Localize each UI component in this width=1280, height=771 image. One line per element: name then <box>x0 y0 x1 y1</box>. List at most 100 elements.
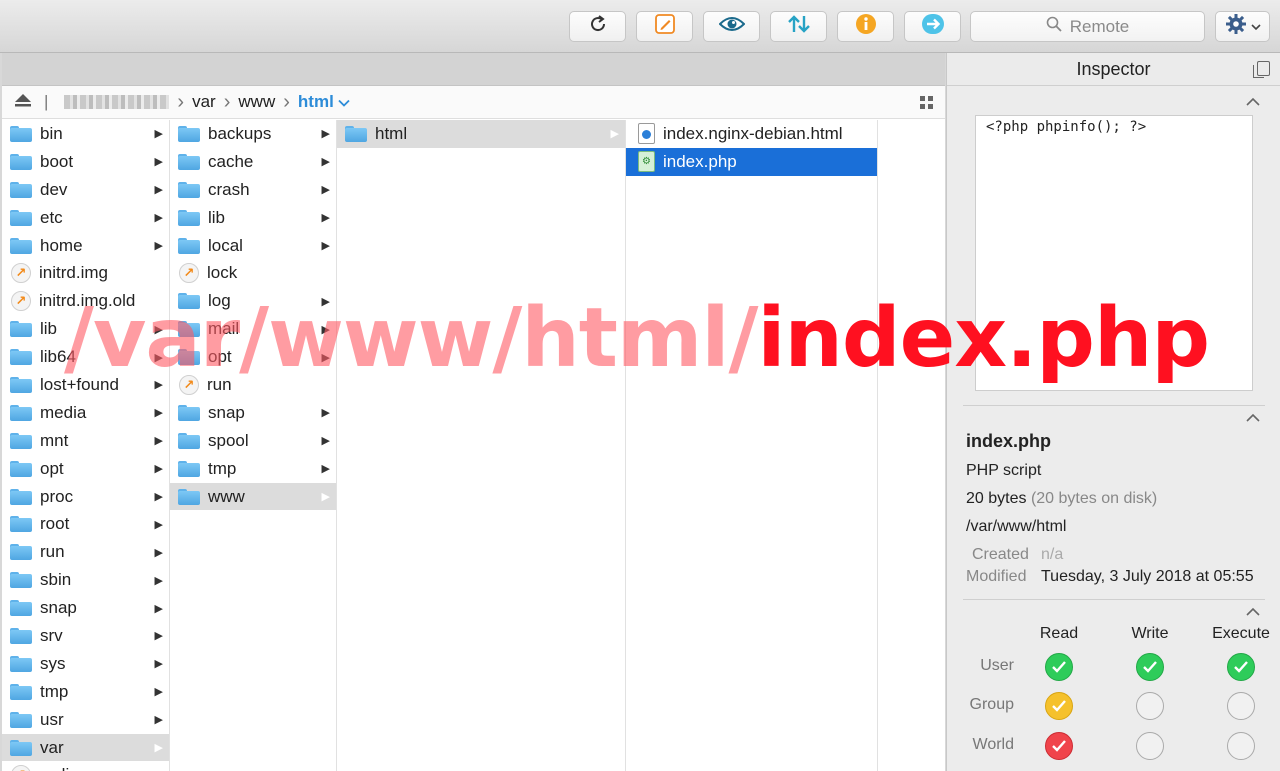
disclosure-arrow-icon: ▶ <box>154 212 163 225</box>
disclosure-arrow-icon: ▶ <box>321 184 330 197</box>
pane-header <box>2 53 945 86</box>
alias-icon: ↗ <box>11 765 31 771</box>
checkmark-icon[interactable] <box>1045 732 1073 760</box>
list-item[interactable]: root ▶ <box>2 510 169 538</box>
list-item[interactable]: usr ▶ <box>2 706 169 734</box>
divider <box>963 599 1265 600</box>
folder-icon <box>10 488 32 505</box>
list-item[interactable]: srv ▶ <box>2 622 169 650</box>
list-item[interactable]: proc ▶ <box>2 483 169 511</box>
chevron-right-icon: › <box>283 91 290 113</box>
divider <box>963 405 1265 406</box>
eject-icon[interactable] <box>14 92 32 112</box>
list-item[interactable]: sbin ▶ <box>2 566 169 594</box>
breadcrumb-www[interactable]: www <box>238 92 275 112</box>
collapse-preview-icon[interactable] <box>1246 93 1260 109</box>
copy-icon[interactable] <box>1253 61 1270 78</box>
list-item[interactable]: etc ▶ <box>2 204 169 232</box>
list-item[interactable]: local ▶ <box>170 232 336 260</box>
info-button[interactable] <box>837 11 894 42</box>
list-item[interactable]: snap ▶ <box>170 399 336 427</box>
permission-toggle-off[interactable] <box>1227 732 1255 760</box>
collapse-info-icon[interactable] <box>1246 409 1260 425</box>
list-item[interactable]: sys ▶ <box>2 650 169 678</box>
breadcrumb-var[interactable]: var <box>192 92 216 112</box>
breadcrumb-current[interactable]: html <box>298 92 334 112</box>
item-name: var <box>40 737 64 757</box>
overlay-prefix: /var/www/html/ <box>64 291 758 386</box>
edit-button[interactable] <box>636 11 693 42</box>
item-name: backups <box>208 123 272 143</box>
list-item[interactable]: spool ▶ <box>170 427 336 455</box>
file-size: 20 bytes (20 bytes on disk) <box>966 490 1157 508</box>
list-item[interactable]: crash ▶ <box>170 176 336 204</box>
list-item[interactable]: html ▶ <box>337 120 625 148</box>
html-file-icon <box>638 123 655 145</box>
quicklook-button[interactable] <box>703 11 760 42</box>
column-var: backups ▶ cache ▶ crash ▶ lib ▶ local ▶ ↗ lock log ▶ m… <box>170 120 337 771</box>
disclosure-arrow-icon: ▶ <box>154 463 163 476</box>
disclosure-arrow-icon: ▶ <box>154 407 163 420</box>
list-item[interactable]: ↗ initrd.img <box>2 259 169 287</box>
list-item[interactable]: run ▶ <box>2 538 169 566</box>
list-item[interactable]: opt ▶ <box>2 455 169 483</box>
inspector-title: Inspector <box>1076 58 1151 79</box>
list-item[interactable]: ↗ vmlinuz <box>2 761 169 771</box>
item-name: local <box>208 235 243 255</box>
file-name: index.php <box>966 431 1051 451</box>
modified-value: Tuesday, 3 July 2018 at 05:55 <box>1041 568 1254 585</box>
folder-icon <box>10 321 32 338</box>
alias-icon: ↗ <box>11 263 31 284</box>
checkmark-icon[interactable] <box>1045 692 1073 720</box>
item-name: lib <box>208 207 226 227</box>
list-item[interactable]: cache ▶ <box>170 148 336 176</box>
transfer-button[interactable] <box>770 11 827 42</box>
list-item[interactable]: boot ▶ <box>2 148 169 176</box>
folder-icon <box>10 711 32 728</box>
file-browser: | › var › www › html bin ▶ boot ▶ dev ▶ etc ▶ ho… <box>2 53 945 771</box>
disclosure-arrow-icon: ▶ <box>321 463 330 476</box>
list-item[interactable]: backups ▶ <box>170 120 336 148</box>
list-item[interactable]: index.nginx-debian.html <box>626 120 877 148</box>
list-item[interactable]: ↗ lock <box>170 259 336 287</box>
view-grid-icon[interactable] <box>920 96 933 109</box>
search-input[interactable]: Remote <box>970 11 1205 42</box>
permission-toggle-off[interactable] <box>1136 732 1164 760</box>
breadcrumb-divider: | <box>44 92 49 111</box>
list-item[interactable]: media ▶ <box>2 399 169 427</box>
checkmark-icon[interactable] <box>1136 653 1164 681</box>
goto-button[interactable] <box>904 11 961 42</box>
item-name: boot <box>40 151 74 171</box>
permission-toggle-off[interactable] <box>1136 692 1164 720</box>
checkmark-icon[interactable] <box>1045 653 1073 681</box>
file-path: /var/www/html <box>966 518 1067 535</box>
list-item[interactable]: tmp ▶ <box>170 455 336 483</box>
item-name: bin <box>40 123 63 143</box>
alias-icon: ↗ <box>11 291 31 312</box>
list-item[interactable]: www ▶ <box>170 482 336 511</box>
item-name: vmlinuz <box>39 765 97 771</box>
list-item[interactable]: home ▶ <box>2 232 169 260</box>
list-item[interactable]: var ▶ <box>2 733 169 762</box>
disclosure-arrow-icon: ▶ <box>610 128 619 141</box>
settings-button[interactable] <box>1215 11 1270 42</box>
refresh-button[interactable] <box>569 11 626 42</box>
list-item[interactable]: tmp ▶ <box>2 678 169 706</box>
folder-icon <box>10 655 32 672</box>
collapse-permissions-icon[interactable] <box>1246 603 1260 619</box>
item-name: root <box>40 514 70 534</box>
list-item[interactable]: bin ▶ <box>2 120 169 148</box>
list-item[interactable]: lib ▶ <box>170 204 336 232</box>
list-item[interactable]: snap ▶ <box>2 594 169 622</box>
checkmark-icon[interactable] <box>1227 653 1255 681</box>
item-name: crash <box>208 179 250 199</box>
folder-icon <box>178 404 200 421</box>
list-item[interactable]: ⚙ index.php <box>626 147 877 176</box>
folder-icon <box>178 432 200 449</box>
list-item[interactable]: mnt ▶ <box>2 427 169 455</box>
permission-toggle-off[interactable] <box>1227 692 1255 720</box>
list-item[interactable]: dev ▶ <box>2 176 169 204</box>
chevron-down-icon[interactable] <box>338 92 350 112</box>
folder-icon <box>10 237 32 254</box>
item-name: sys <box>40 653 66 673</box>
